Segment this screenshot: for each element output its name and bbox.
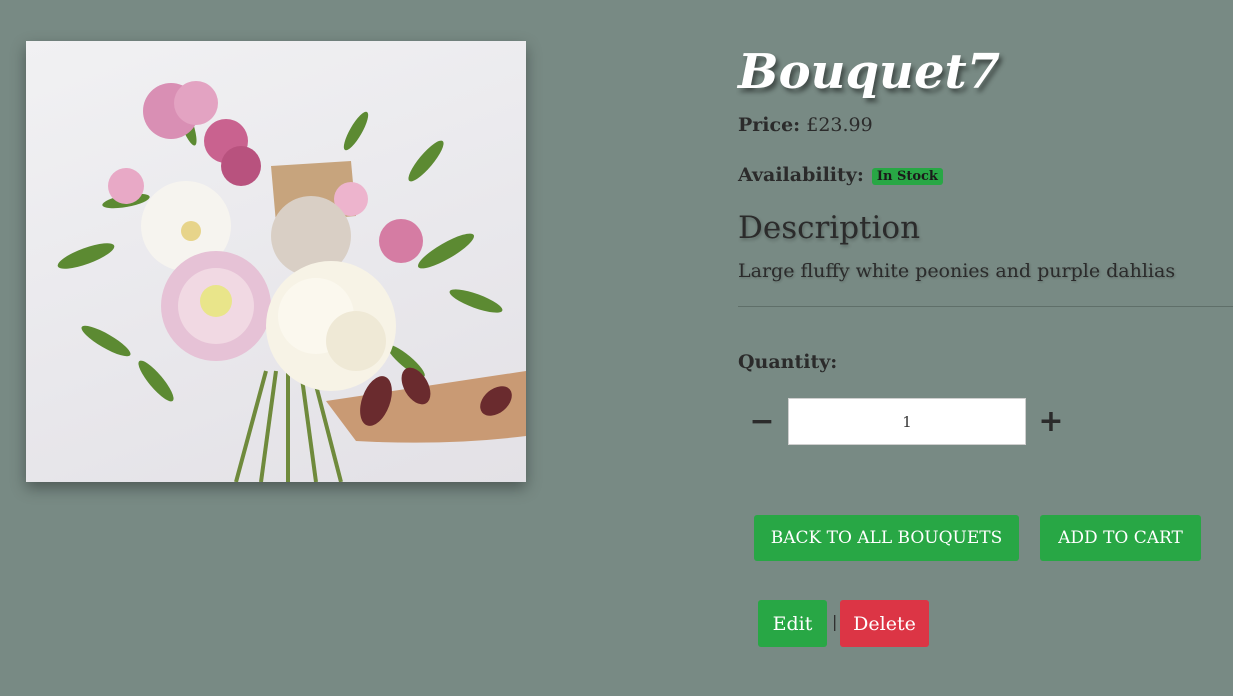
minus-icon: − xyxy=(749,404,775,439)
price-row: Price: £23.99 xyxy=(738,114,873,136)
product-image xyxy=(26,41,526,482)
increment-quantity-button[interactable]: + xyxy=(1031,402,1071,442)
description-text: Large fluffy white peonies and purple da… xyxy=(738,260,1176,282)
add-to-cart-button[interactable]: ADD TO CART xyxy=(1040,515,1201,561)
availability-label: Availability: xyxy=(738,164,864,186)
dahlia-flower xyxy=(161,251,271,361)
quantity-input[interactable] xyxy=(788,398,1026,445)
bouquet-illustration xyxy=(57,81,526,482)
delete-button[interactable]: Delete xyxy=(840,600,929,647)
decrement-quantity-button[interactable]: − xyxy=(742,402,782,442)
price-value: £23.99 xyxy=(806,114,873,136)
product-title: Bouquet7 xyxy=(738,44,1001,100)
white-peony-center xyxy=(266,261,396,391)
separator: | xyxy=(832,612,838,631)
quantity-label: Quantity: xyxy=(738,351,838,373)
plus-icon: + xyxy=(1038,404,1064,439)
divider xyxy=(738,306,1233,307)
back-to-all-bouquets-button[interactable]: BACK TO ALL BOUQUETS xyxy=(754,515,1019,561)
availability-row: Availability: In Stock xyxy=(738,164,943,186)
price-label: Price: xyxy=(738,114,801,136)
description-heading: Description xyxy=(738,210,921,246)
edit-button[interactable]: Edit xyxy=(758,600,827,647)
stock-status-badge: In Stock xyxy=(871,167,943,185)
